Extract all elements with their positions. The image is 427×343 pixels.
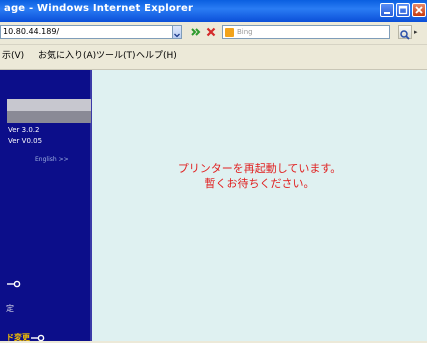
menu-view[interactable]: 示(V) [2,50,24,63]
refresh-icon[interactable] [189,26,202,38]
sidebar-item-settings[interactable]: 定 [6,303,14,314]
window-title: age - Windows Internet Explorer [4,3,194,14]
version-label-1: Ver 3.0.2 [8,126,40,134]
close-button[interactable] [412,3,426,17]
search-button[interactable] [398,25,412,40]
page-content: Ver 3.0.2 Ver V0.05 English >> 定 ド変更 プリン… [0,70,427,343]
maximize-icon [398,5,408,15]
stop-icon[interactable] [205,26,217,38]
chevron-down-icon [174,33,180,38]
menu-help[interactable]: ヘルプ(H) [136,50,177,63]
bing-icon [225,28,234,37]
search-icon [400,30,410,40]
key-icon [7,280,21,288]
version-label-2: Ver V0.05 [8,137,43,145]
url-dropdown-button[interactable] [172,25,182,39]
minimize-icon [384,12,390,14]
main-panel: プリンターを再起動しています。 暫くお待ちください。 [92,70,427,341]
sidebar-header-highlight [7,99,91,111]
search-placeholder: Bing [237,28,253,36]
window-title-bar[interactable]: age - Windows Internet Explorer [0,0,427,22]
sidebar-item-password-change[interactable]: ド変更 [6,332,30,343]
close-icon [415,6,423,14]
menu-favorites[interactable]: お気に入り(A) [38,50,96,63]
sidebar: Ver 3.0.2 Ver V0.05 English >> 定 ド変更 [0,70,92,343]
menu-bar: 示(V) お気に入り(A) ツール(T) ヘルプ(H) [0,45,427,70]
english-link[interactable]: English >> [35,156,69,163]
sidebar-header [7,99,91,123]
maximize-button[interactable] [396,3,410,17]
restart-message-line-1: プリンターを再起動しています。 [177,162,342,175]
minimize-button[interactable] [380,3,394,17]
restart-message-line-2: 暫くお待ちください。 [204,177,315,190]
search-input[interactable]: Bing [222,25,390,39]
search-options-icon[interactable]: ▸ [414,25,424,39]
menu-tools[interactable]: ツール(T) [96,50,136,63]
address-bar: 10.80.44.189/ Bing ▸ [0,22,427,45]
url-text: 10.80.44.189/ [3,27,60,36]
url-field[interactable]: 10.80.44.189/ [0,25,180,39]
